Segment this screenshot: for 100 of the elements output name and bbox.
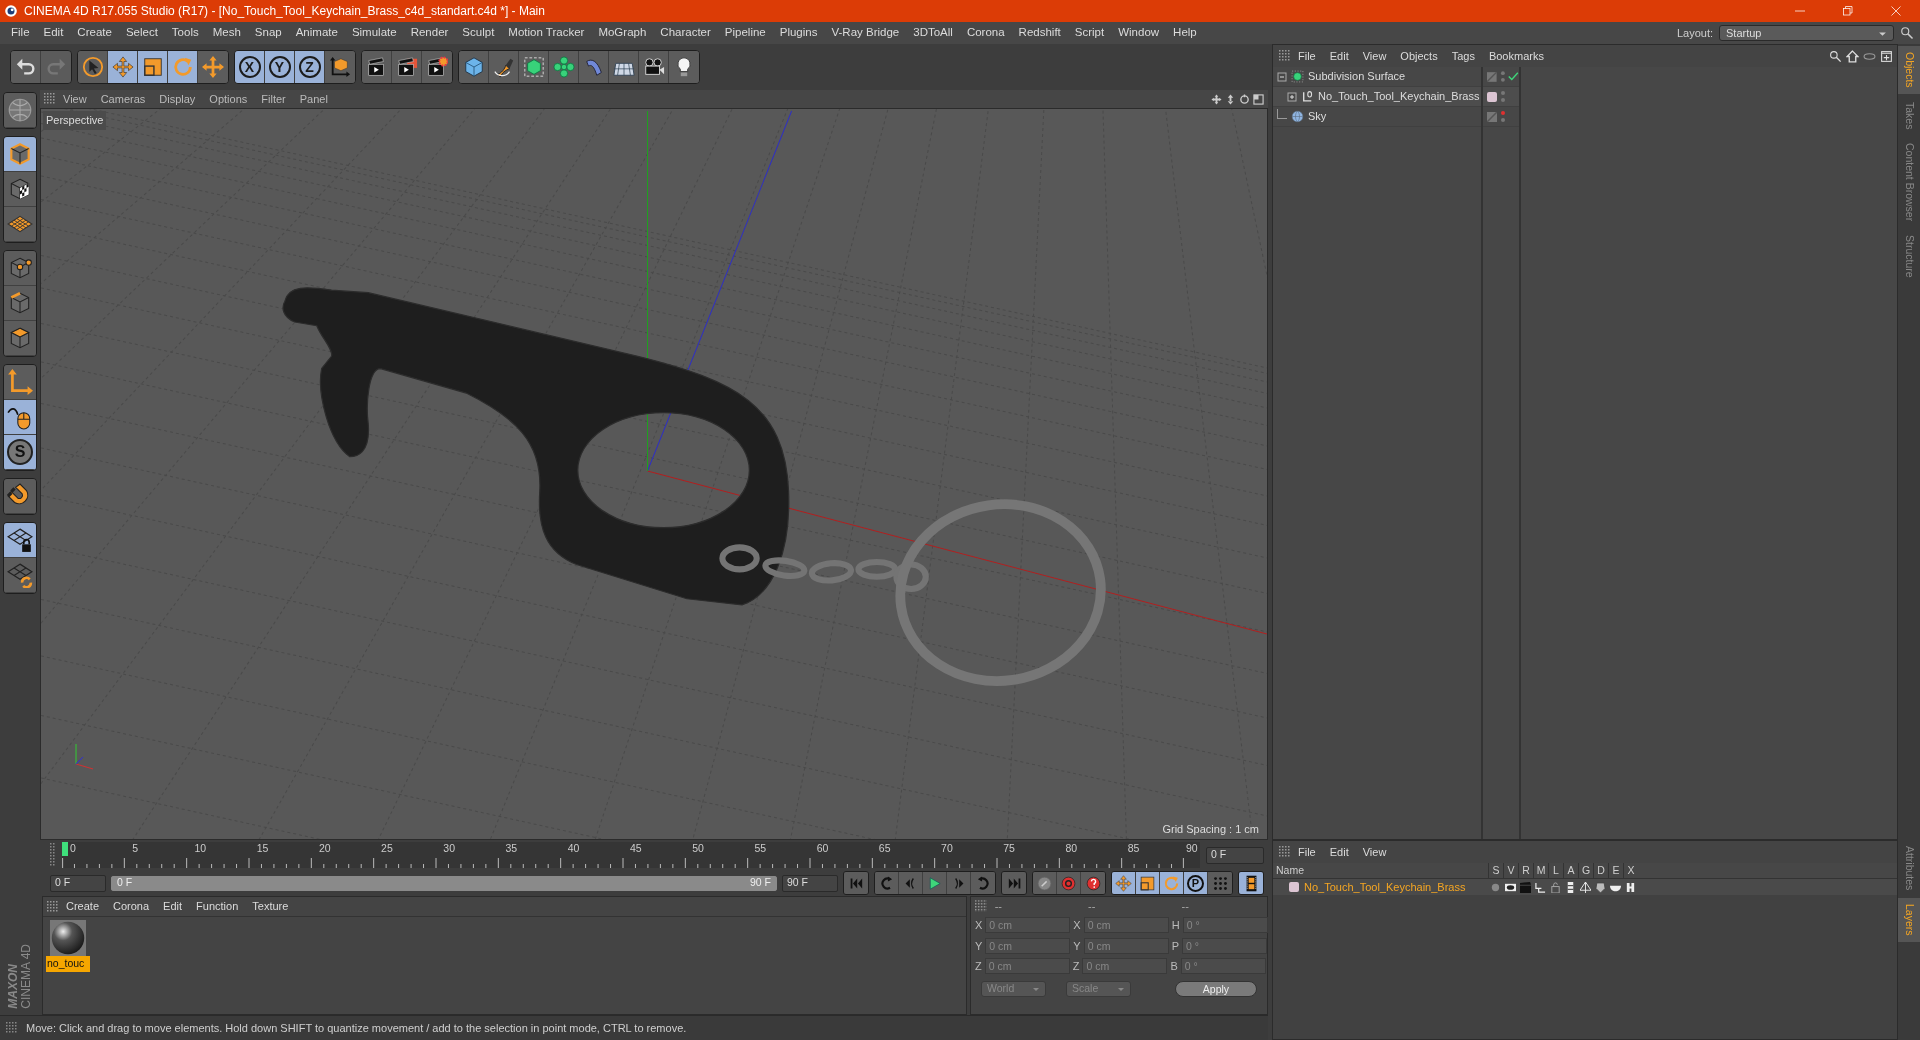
menu-item[interactable]: Create xyxy=(70,24,119,42)
menu-item[interactable]: Select xyxy=(118,24,165,42)
menu-item[interactable]: Animate xyxy=(288,24,345,42)
scale-tool-button[interactable] xyxy=(138,51,168,83)
param-button[interactable]: P xyxy=(1184,872,1208,894)
move-tool-button[interactable] xyxy=(108,51,138,83)
menu-item[interactable]: View xyxy=(1355,47,1394,65)
menu-item[interactable]: View xyxy=(56,90,94,108)
points-mode-button[interactable] xyxy=(4,251,36,286)
apply-button[interactable]: Apply xyxy=(1175,980,1257,997)
snap-mode-button[interactable]: S xyxy=(4,435,36,470)
menu-item[interactable]: Help xyxy=(1166,24,1204,42)
axis-mode-button[interactable] xyxy=(4,365,36,400)
current-frame-field[interactable]: 0 F xyxy=(1206,846,1264,864)
menu-item[interactable]: Plugins xyxy=(772,24,825,42)
axis-lock-button[interactable]: Y xyxy=(265,51,295,83)
menu-item[interactable]: Pipeline xyxy=(717,24,773,42)
menu-item[interactable]: Motion Tracker xyxy=(501,24,592,42)
menu-item[interactable]: Character xyxy=(653,24,718,42)
move-button[interactable] xyxy=(1112,872,1136,894)
column-header: Name xyxy=(1275,862,1305,878)
edges-mode-button[interactable] xyxy=(4,286,36,321)
menu-item[interactable]: Display xyxy=(152,90,203,108)
no-layer-icon xyxy=(1487,111,1497,122)
start-frame-field[interactable]: 0 F xyxy=(50,874,106,892)
menu-item[interactable]: Edit xyxy=(1322,47,1356,65)
menu-item[interactable]: Mesh xyxy=(205,24,248,42)
texture-mode-button[interactable] xyxy=(4,172,36,207)
menu-item[interactable]: Tools xyxy=(164,24,206,42)
frame-range-slider[interactable] xyxy=(111,875,777,891)
layer-color-swatch[interactable] xyxy=(1289,882,1299,892)
tick-label: 10 xyxy=(193,842,208,855)
undo-tool-button[interactable] xyxy=(11,51,41,83)
restore-icon xyxy=(1842,5,1854,17)
menu-item[interactable]: Edit xyxy=(156,898,190,915)
end-button[interactable] xyxy=(1002,872,1026,894)
grip-icon xyxy=(47,900,59,913)
grid-lock-mode-button[interactable] xyxy=(4,523,36,558)
model-mode-button[interactable] xyxy=(4,137,36,172)
menu-item[interactable]: Objects xyxy=(1393,47,1445,65)
side-tab[interactable]: Objects xyxy=(1898,46,1920,94)
layout-dropdown[interactable]: Startup xyxy=(1719,25,1894,41)
timeline-ruler[interactable]: 0 5 10 15 20 25 30 35 40 45 50 55 60 65 70 75 80 85 90 xyxy=(62,842,1200,868)
workplane-mode-button[interactable] xyxy=(4,207,36,242)
layer-color-swatch[interactable] xyxy=(1487,91,1497,102)
start-button[interactable] xyxy=(844,872,868,894)
object-name[interactable]: Subdivision Surface xyxy=(1308,68,1406,85)
menu-item[interactable]: Snap xyxy=(247,24,289,42)
cube-tool-button[interactable] xyxy=(459,51,489,83)
menu-item[interactable]: Create xyxy=(59,898,107,915)
tweak-mode-button[interactable] xyxy=(4,400,36,435)
menu-item[interactable]: Edit xyxy=(36,24,71,42)
menu-item[interactable]: 3DToAll xyxy=(906,24,960,42)
axis-label: Y xyxy=(1073,938,1081,954)
menu-item[interactable]: Render xyxy=(403,24,456,42)
tick-label: 20 xyxy=(317,842,332,855)
menu-item[interactable]: MoGraph xyxy=(591,24,654,42)
cursor-icon xyxy=(81,56,104,78)
menu-item[interactable]: Script xyxy=(1067,24,1112,42)
polygons-mode-button[interactable] xyxy=(4,321,36,356)
menu-item[interactable]: File xyxy=(1291,843,1323,861)
menu-item[interactable]: View xyxy=(1355,843,1394,861)
menu-item[interactable]: File xyxy=(1291,47,1323,65)
menu-item[interactable]: V-Ray Bridge xyxy=(824,24,907,42)
menu-item[interactable]: Redshift xyxy=(1011,24,1068,42)
rotate-button[interactable] xyxy=(1160,872,1184,894)
menu-item[interactable]: Corona xyxy=(959,24,1012,42)
menu-item[interactable]: Options xyxy=(202,90,255,108)
magnet-mode-button[interactable] xyxy=(4,479,36,514)
scale-squares-icon xyxy=(141,56,164,78)
rotate-tool-button[interactable] xyxy=(168,51,198,83)
menu-item[interactable]: Sculpt xyxy=(455,24,502,42)
menu-item[interactable]: Simulate xyxy=(344,24,404,42)
end-frame-field[interactable]: 90 F xyxy=(782,874,838,892)
menu-item[interactable]: Bookmarks xyxy=(1481,47,1551,65)
scale-button[interactable] xyxy=(1136,872,1160,894)
select-tool-button[interactable] xyxy=(78,51,108,83)
key-button[interactable] xyxy=(1033,872,1057,894)
grid-sync-mode-button[interactable] xyxy=(4,558,36,593)
render-view-tool-button[interactable] xyxy=(362,51,392,83)
menu-item[interactable]: Cameras xyxy=(93,90,153,108)
side-tab[interactable]: Layers xyxy=(1898,898,1920,942)
tick-label: 25 xyxy=(380,842,394,855)
menu-item[interactable]: Edit xyxy=(1322,843,1356,861)
menu-item[interactable]: Window xyxy=(1111,24,1167,42)
menu-item[interactable]: Texture xyxy=(245,898,296,915)
menu-item[interactable]: Function xyxy=(189,898,246,915)
material-name[interactable]: no_touc xyxy=(46,956,90,972)
globe-mode-button[interactable] xyxy=(4,93,36,128)
menu-item[interactable]: Tags xyxy=(1444,47,1482,65)
menu-item[interactable]: File xyxy=(4,24,37,42)
axis-gizmo-icon xyxy=(75,743,94,770)
axis-lock-button[interactable]: X xyxy=(235,51,265,83)
menu-item[interactable]: Filter xyxy=(254,90,293,108)
axis-lock-button[interactable]: Z xyxy=(295,51,325,83)
menu-item[interactable]: Panel xyxy=(292,90,335,108)
prev-key-button[interactable] xyxy=(875,872,899,894)
menu-item[interactable]: Corona xyxy=(106,898,157,915)
film-button[interactable] xyxy=(1239,872,1263,894)
object-name[interactable]: Sky xyxy=(1308,108,1327,125)
